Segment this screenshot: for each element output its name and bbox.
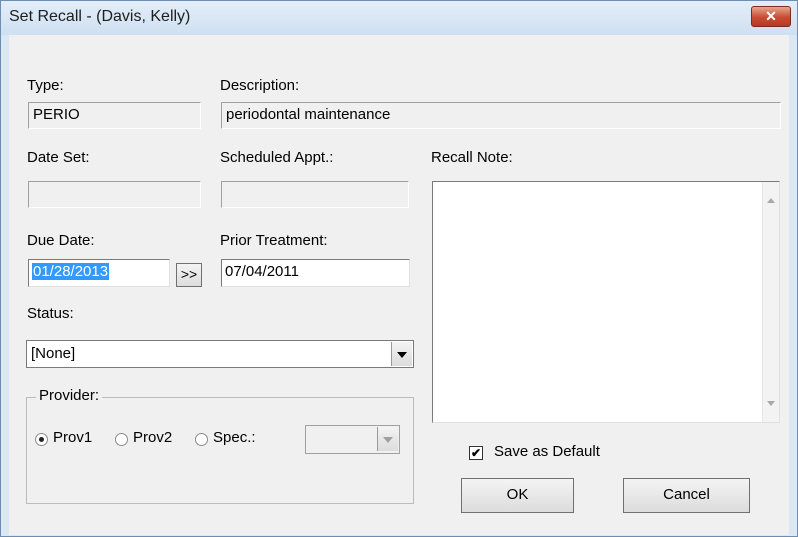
title-bar[interactable]: Set Recall - (Davis, Kelly) ✕	[1, 1, 797, 35]
scheduled-appt-label: Scheduled Appt.:	[220, 149, 334, 166]
spec-dropdown-button[interactable]	[377, 427, 398, 451]
type-field: PERIO	[28, 102, 201, 129]
scroll-up-arrow-icon[interactable]	[767, 198, 775, 203]
type-label: Type:	[27, 77, 64, 94]
status-select[interactable]: [None]	[26, 340, 414, 368]
date-set-label: Date Set:	[27, 149, 90, 166]
advance-due-date-button[interactable]: >>	[176, 263, 202, 287]
description-label: Description:	[220, 77, 300, 94]
status-dropdown-button[interactable]	[391, 342, 412, 366]
chevron-down-icon	[397, 352, 407, 358]
cancel-button[interactable]: Cancel	[623, 478, 750, 513]
dialog-body: Type: PERIO Description: periodontal mai…	[9, 35, 789, 535]
save-as-default-label[interactable]: Save as Default	[494, 443, 600, 460]
recall-note-textarea[interactable]	[432, 181, 780, 423]
radio-selected-dot	[39, 437, 44, 442]
prov1-radio[interactable]	[35, 433, 48, 446]
spec-radio[interactable]	[195, 433, 208, 446]
dialog-window: Set Recall - (Davis, Kelly) ✕ Type: PERI…	[0, 0, 798, 537]
spec-label[interactable]: Spec.:	[213, 429, 256, 446]
chevron-down-icon	[383, 437, 393, 443]
prior-treatment-label: Prior Treatment:	[220, 232, 328, 249]
checkmark-icon: ✔	[470, 446, 482, 460]
prior-treatment-input[interactable]: 07/04/2011	[221, 259, 410, 287]
status-label: Status:	[27, 305, 74, 322]
scroll-down-arrow-icon[interactable]	[767, 401, 775, 406]
recall-note-label: Recall Note:	[431, 149, 513, 166]
due-date-input[interactable]: 01/28/2013	[28, 259, 170, 287]
prov2-radio[interactable]	[115, 433, 128, 446]
due-date-label: Due Date:	[27, 232, 95, 249]
scheduled-appt-field	[221, 181, 409, 208]
description-field: periodontal maintenance	[221, 102, 781, 129]
close-icon: ✕	[765, 8, 777, 24]
save-as-default-checkbox[interactable]: ✔	[469, 446, 483, 460]
due-date-value: 01/28/2013	[32, 263, 110, 280]
prov1-label[interactable]: Prov1	[53, 429, 92, 446]
date-set-field	[28, 181, 201, 208]
prov2-label[interactable]: Prov2	[133, 429, 172, 446]
status-value: [None]	[31, 345, 76, 362]
provider-group-label: Provider:	[36, 387, 103, 404]
spec-select[interactable]	[305, 425, 400, 454]
ok-button[interactable]: OK	[461, 478, 574, 513]
close-button[interactable]: ✕	[751, 6, 791, 27]
recall-note-scrollbar[interactable]	[762, 182, 779, 422]
window-title: Set Recall - (Davis, Kelly)	[9, 8, 191, 25]
